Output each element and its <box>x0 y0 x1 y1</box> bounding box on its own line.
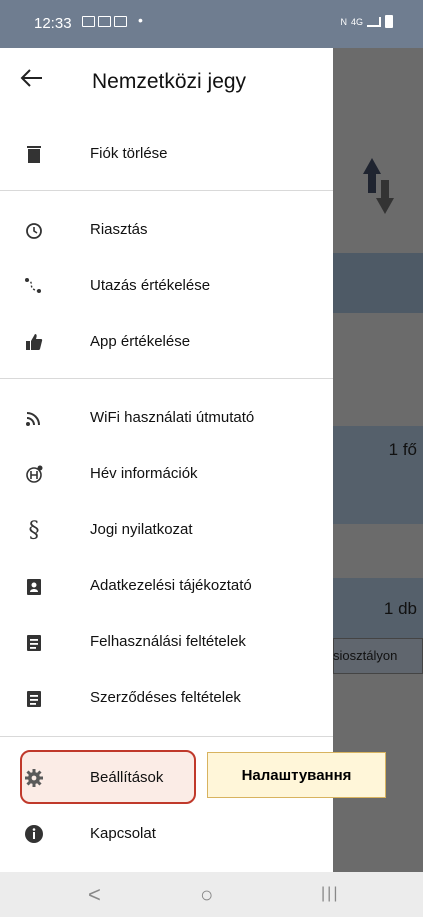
nfc-icon: N <box>340 16 347 27</box>
menu-item-label: Utazás értékelése <box>90 277 211 294</box>
message-icon <box>114 16 127 27</box>
menu-item-alarm[interactable]: Riasztás <box>0 202 333 258</box>
swap-icon-arrow-down <box>376 198 394 214</box>
back-arrow-icon[interactable] <box>18 64 46 92</box>
signal-icon <box>367 16 381 27</box>
id-badge-icon <box>27 579 41 595</box>
menu-item-label: Hév információk <box>90 465 198 482</box>
menu-item-legal[interactable]: § Jogi nyilatkozat <box>0 502 333 558</box>
status-time: 12:33 <box>34 15 72 32</box>
network-type: 4G <box>350 16 363 27</box>
notification-icons <box>82 16 127 27</box>
menu-item-hev-info[interactable]: Hév információk <box>0 446 333 502</box>
menu-item-label: WiFi használati útmutató <box>90 409 255 426</box>
menu-item-label: Jogi nyilatkozat <box>90 521 193 538</box>
thumbs-up-icon <box>26 334 43 350</box>
class-value: siosztályon <box>333 648 398 663</box>
menu-item-label: Riasztás <box>90 221 148 238</box>
swap-icon-stem-up <box>368 173 376 193</box>
battery-icon <box>385 15 393 28</box>
system-navigation-bar: < ○ ||| <box>0 872 423 917</box>
gear-icon <box>25 769 43 787</box>
count-value: 1 db <box>383 599 417 618</box>
menu-item-label: Beállítások <box>90 769 164 786</box>
nav-home-button[interactable]: ○ <box>200 882 213 908</box>
background-band <box>333 253 423 313</box>
menu-item-delete-account[interactable]: Fiók törlése <box>0 126 333 182</box>
menu-item-privacy[interactable]: Adatkezelési tájékoztató <box>0 558 333 614</box>
alarm-clock-icon <box>26 223 42 239</box>
menu-item-label: Kapcsolat <box>90 825 156 842</box>
divider <box>0 736 333 737</box>
hev-info-icon <box>26 465 43 483</box>
clipboard-icon <box>27 635 41 651</box>
page-title: Nemzetközi jegy <box>92 70 247 93</box>
background-app: 1 fő 1 db siosztályon <box>333 48 423 872</box>
menu-item-label: Fiók törlése <box>90 145 168 162</box>
divider <box>0 190 333 191</box>
trash-icon <box>27 146 41 163</box>
menu-item-label: Adatkezelési tájékoztató <box>90 577 252 594</box>
clipboard-icon <box>27 691 41 707</box>
mail-icon <box>98 16 111 27</box>
wifi-icon <box>26 412 40 426</box>
status-bar: 12:33 • N 4G <box>0 0 423 48</box>
swap-icon-stem-down <box>381 180 389 200</box>
menu-item-terms-of-use[interactable]: Felhasználási feltételek <box>0 614 333 670</box>
menu-item-label: Felhasználási feltételek <box>90 633 246 650</box>
route-rating-icon <box>25 278 41 293</box>
nav-recents-button[interactable]: ||| <box>321 885 339 903</box>
menu-item-contract-terms[interactable]: Szerződéses feltételek <box>0 670 333 726</box>
translation-tooltip: Налаштування <box>207 752 386 798</box>
menu-item-label: Szerződéses feltételek <box>90 689 241 706</box>
status-dot: • <box>138 12 143 28</box>
divider <box>0 378 333 379</box>
menu-item-label: App értékelése <box>90 333 191 350</box>
menu-item-app-rating[interactable]: App értékelése <box>0 314 333 370</box>
swap-icon <box>363 158 381 174</box>
menu-item-trip-rating[interactable]: Utazás értékelése <box>0 258 333 314</box>
gallery-icon <box>82 16 95 27</box>
menu-item-wifi-guide[interactable]: WiFi használati útmutató <box>0 390 333 446</box>
system-icons: N 4G <box>340 15 393 28</box>
nav-back-button[interactable]: < <box>88 882 101 908</box>
info-icon <box>25 825 43 843</box>
menu-item-contact[interactable]: Kapcsolat <box>0 806 333 862</box>
persons-value: 1 fő <box>388 440 417 459</box>
app-bar: Nemzetközi jegy <box>0 48 333 110</box>
section-sign-icon: § <box>28 517 40 543</box>
